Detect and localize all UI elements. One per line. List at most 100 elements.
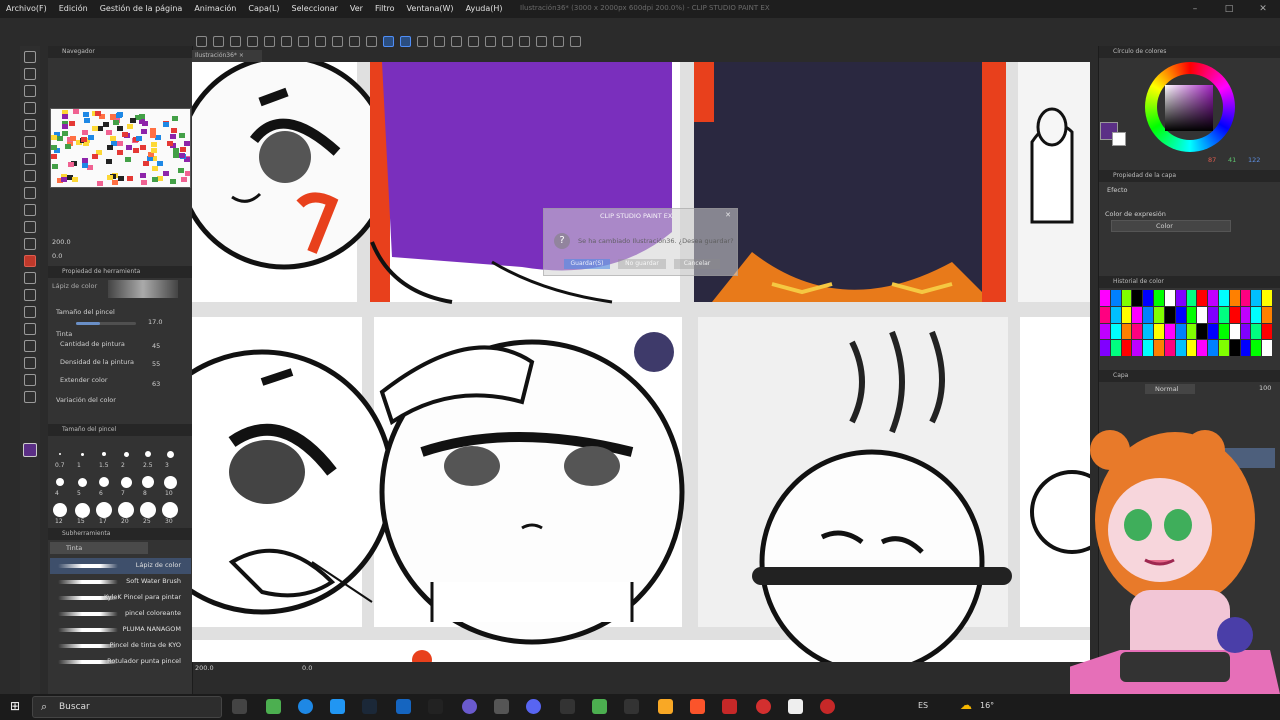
brush-tool-icon[interactable] xyxy=(24,255,36,267)
save-button[interactable]: Guardar(S) xyxy=(564,259,610,269)
color-history-swatch[interactable] xyxy=(1229,306,1240,323)
task-view-icon[interactable] xyxy=(232,699,247,714)
color-history-swatch[interactable] xyxy=(1186,306,1197,323)
color-history-swatch[interactable] xyxy=(1186,323,1197,340)
color-history-swatch[interactable] xyxy=(1197,323,1208,340)
color-history-swatch[interactable] xyxy=(1262,306,1272,323)
paint-amount-value[interactable]: 45 xyxy=(152,342,160,350)
line-icon[interactable] xyxy=(536,35,547,47)
menu-animacion[interactable]: Animación xyxy=(188,0,242,18)
brush-size-preset[interactable] xyxy=(77,477,87,487)
menu-ver[interactable]: Ver xyxy=(344,0,369,18)
snap-grid-icon[interactable] xyxy=(417,35,428,47)
brush-size-preset[interactable] xyxy=(142,476,154,488)
minecraft-icon[interactable] xyxy=(592,699,607,714)
color-history-swatch[interactable] xyxy=(1251,340,1262,356)
brush-list-item[interactable]: Rotulador punta pincel xyxy=(50,654,191,670)
color-history-swatch[interactable] xyxy=(1240,290,1251,306)
pen-tool-icon[interactable] xyxy=(24,153,36,165)
layer-panel-header[interactable]: Capa xyxy=(1099,370,1280,382)
hand-tool-icon[interactable] xyxy=(24,136,36,148)
color-history-swatch[interactable] xyxy=(1154,340,1164,356)
color-history-swatch[interactable] xyxy=(1197,290,1208,306)
language-indicator[interactable]: ES xyxy=(918,701,928,710)
blend-mode-select[interactable]: Normal xyxy=(1145,384,1195,394)
snap-special-ruler-icon[interactable] xyxy=(400,35,411,47)
save-icon[interactable] xyxy=(230,35,241,47)
move-tool-icon[interactable] xyxy=(24,85,36,97)
clip-studio-icon[interactable] xyxy=(788,699,803,714)
color-history-swatch[interactable] xyxy=(1240,323,1251,340)
color-history-swatch[interactable] xyxy=(1218,306,1229,323)
weather-icon[interactable]: ☁ xyxy=(960,698,972,712)
color-history-swatch[interactable] xyxy=(1132,290,1143,306)
gradient-tool-icon[interactable] xyxy=(24,289,36,301)
cancel-button[interactable]: Cancelar xyxy=(674,259,720,269)
color-history-swatch[interactable] xyxy=(1208,306,1218,323)
app-icon-2[interactable] xyxy=(462,699,477,714)
figure-tool-icon[interactable] xyxy=(24,306,36,318)
selection-tool-icon[interactable] xyxy=(24,102,36,114)
color-history-swatch[interactable] xyxy=(1240,306,1251,323)
dialog-close-icon[interactable]: ✕ xyxy=(725,211,731,219)
navigator-header[interactable]: Navegador xyxy=(48,46,192,58)
store-icon[interactable] xyxy=(330,699,345,714)
color-history-swatch[interactable] xyxy=(1218,323,1229,340)
clear-icon[interactable] xyxy=(349,35,360,47)
snap-ruler-icon[interactable] xyxy=(383,35,394,47)
brush-size-preset[interactable] xyxy=(80,452,84,456)
color-history-swatch[interactable] xyxy=(1143,323,1154,340)
color-history-swatch[interactable] xyxy=(1175,323,1186,340)
color-history-swatch[interactable] xyxy=(1251,290,1262,306)
color-history-swatch[interactable] xyxy=(1132,340,1143,356)
color-history-swatch[interactable] xyxy=(1208,323,1218,340)
fill-icon[interactable] xyxy=(315,35,326,47)
app-icon-3[interactable] xyxy=(494,699,509,714)
ruler-tool-icon[interactable] xyxy=(24,340,36,352)
airbrush-tool-icon[interactable] xyxy=(24,187,36,199)
brush-size-preset[interactable] xyxy=(145,451,151,457)
color-history-swatch[interactable] xyxy=(1110,340,1121,356)
color-history-swatch[interactable] xyxy=(1143,290,1154,306)
app-icon-4[interactable] xyxy=(560,699,575,714)
brush-size-preset[interactable] xyxy=(120,476,132,488)
color-history-swatch[interactable] xyxy=(1175,306,1186,323)
color-history-swatch[interactable] xyxy=(1110,290,1121,306)
brush-size-value[interactable]: 17.0 xyxy=(148,318,162,326)
color-circle-header[interactable]: Círculo de colores xyxy=(1099,46,1280,58)
menu-ayuda[interactable]: Ayuda(H) xyxy=(460,0,509,18)
zoom-tool-icon[interactable] xyxy=(24,51,36,63)
menu-edicion[interactable]: Edición xyxy=(53,0,94,18)
epic-games-icon[interactable] xyxy=(428,699,443,714)
app-icon-6[interactable] xyxy=(722,699,737,714)
navigator-preview[interactable] xyxy=(50,108,191,188)
color-history-swatch[interactable] xyxy=(1143,306,1154,323)
color-history-swatch[interactable] xyxy=(1100,340,1110,356)
color-history-swatch[interactable] xyxy=(1197,340,1208,356)
menu-filtro[interactable]: Filtro xyxy=(369,0,401,18)
color-history-swatch[interactable] xyxy=(1143,340,1154,356)
color-history-swatch[interactable] xyxy=(1121,306,1132,323)
color-history-swatch[interactable] xyxy=(1208,290,1218,306)
menu-gestion-pagina[interactable]: Gestión de la página xyxy=(94,0,189,18)
crop-icon[interactable] xyxy=(451,35,462,47)
open-file-icon[interactable] xyxy=(213,35,224,47)
color-history-swatch[interactable] xyxy=(1186,290,1197,306)
layer-opacity[interactable]: 100 xyxy=(1259,384,1271,392)
edge-icon[interactable] xyxy=(298,699,313,714)
brush-list-item[interactable]: pincel coloreante xyxy=(50,606,191,622)
color-history-swatch[interactable] xyxy=(1229,290,1240,306)
brush-size-preset[interactable] xyxy=(99,477,109,487)
subtool-panel-header[interactable]: Subherramienta xyxy=(48,528,193,540)
eraser-tool-icon[interactable] xyxy=(24,221,36,233)
app-icon-1[interactable] xyxy=(266,699,281,714)
status-angle[interactable]: 0.0 xyxy=(302,664,312,672)
brush-size-panel-header[interactable]: Tamaño del pincel xyxy=(48,424,193,436)
settings-icon[interactable] xyxy=(298,35,309,47)
color-history-swatch[interactable] xyxy=(1175,340,1186,356)
deselect-icon[interactable] xyxy=(519,35,530,47)
color-history-swatch[interactable] xyxy=(1110,323,1121,340)
select-icon[interactable] xyxy=(485,35,496,47)
dont-save-button[interactable]: No guardar xyxy=(618,259,666,269)
color-history-swatch[interactable] xyxy=(1100,323,1110,340)
